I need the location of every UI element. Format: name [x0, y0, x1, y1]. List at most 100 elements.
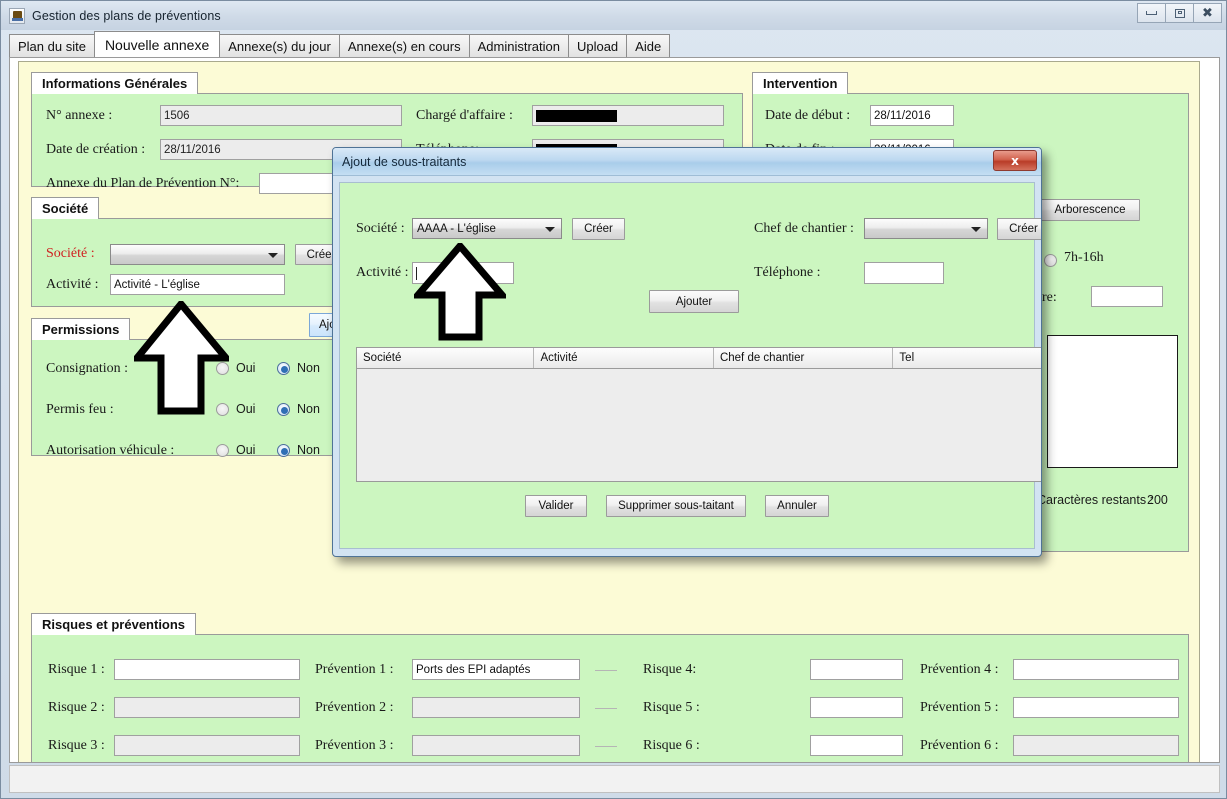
label-risque-2: Risque 2 : — [48, 700, 105, 715]
row-separator-1 — [595, 670, 617, 671]
radio-autorisation-vehicule-oui[interactable] — [216, 444, 229, 457]
java-app-icon — [9, 7, 25, 24]
window-controls: ✖ — [1137, 3, 1222, 23]
dialog-field-telephone[interactable] — [864, 262, 944, 284]
field-num-annexe[interactable]: 1506 — [160, 105, 402, 126]
label-risque-5: Risque 5 : — [643, 700, 700, 715]
label-consignation-oui: Oui — [236, 361, 256, 375]
close-icon: ✖ — [1202, 5, 1213, 21]
dialog-supprimer-button[interactable]: Supprimer sous-taitant — [606, 495, 746, 517]
dialog-close-button[interactable]: x — [993, 150, 1037, 171]
field-risque-2[interactable] — [114, 697, 300, 718]
group-title-informations-generales: Informations Générales — [31, 72, 199, 94]
radio-horaire-7h-16h[interactable] — [1044, 254, 1057, 267]
radio-permis-feu-non[interactable] — [277, 403, 290, 416]
label-risque-1: Risque 1 : — [48, 662, 105, 677]
annotation-arrow-dialog-activite — [414, 243, 506, 341]
tab-aide[interactable]: Aide — [626, 34, 671, 57]
field-activite[interactable]: Activité - L'église — [110, 274, 285, 295]
combo-societe[interactable] — [110, 244, 285, 265]
dialog-titlebar: Ajout de sous-traitants x — [333, 148, 1041, 176]
dialog-combo-societe-value: AAAA - L'église — [417, 222, 496, 235]
label-prevention-3: Prévention 3 : — [315, 738, 394, 753]
chevron-down-icon — [545, 226, 555, 232]
label-consignation-non: Non — [297, 361, 320, 375]
label-prevention-6: Prévention 6 : — [920, 738, 999, 753]
field-prevention-6[interactable] — [1013, 735, 1179, 756]
group-title-societe: Société — [31, 197, 100, 219]
dialog-subcontractors-table[interactable]: Société Activité Chef de chantier Tel — [356, 347, 1041, 482]
tab-nouvelle-annexe[interactable]: Nouvelle annexe — [93, 31, 221, 57]
field-prevention-1[interactable]: Ports des EPI adaptés — [412, 659, 580, 680]
label-caracteres-restants: Caractères restants : — [1037, 493, 1154, 507]
group-title-intervention: Intervention — [752, 72, 849, 94]
field-charge-affaire[interactable] — [532, 105, 724, 126]
main-tabbar: Plan du site Nouvelle annexe Annexe(s) d… — [9, 31, 671, 57]
label-charge-affaire: Chargé d'affaire : — [416, 108, 513, 123]
dialog-ajouter-button[interactable]: Ajouter — [649, 290, 739, 313]
dialog-table-header-row: Société Activité Chef de chantier Tel — [357, 348, 1041, 369]
window-titlebar: Gestion des plans de préventions ✖ — [1, 1, 1226, 30]
dialog-valider-button[interactable]: Valider — [525, 495, 587, 517]
tab-plan-du-site[interactable]: Plan du site — [9, 34, 95, 57]
close-button[interactable]: ✖ — [1193, 3, 1222, 23]
dialog-combo-chef-chantier[interactable] — [864, 218, 988, 239]
label-horaire-7h-16h: 7h-16h — [1064, 250, 1104, 265]
dialog-societe-creer-button[interactable]: Créer — [572, 218, 625, 240]
field-risque-1[interactable] — [114, 659, 300, 680]
dialog-body: Société : AAAA - L'église Créer Activité… — [339, 182, 1041, 549]
label-activite: Activité : — [46, 277, 99, 292]
label-permis-feu-non: Non — [297, 402, 320, 416]
label-autorisation-vehicule-non: Non — [297, 443, 320, 457]
arborescence-button[interactable]: Arborescence — [1040, 199, 1140, 221]
tab-upload[interactable]: Upload — [567, 34, 628, 57]
label-prevention-2: Prévention 2 : — [315, 700, 394, 715]
label-date-debut: Date de début : — [765, 108, 851, 123]
field-date-debut[interactable]: 28/11/2016 — [870, 105, 954, 126]
radio-consignation-non[interactable] — [277, 362, 290, 375]
dialog-chef-creer-button[interactable]: Créer — [997, 218, 1041, 240]
tab-annexes-du-jour[interactable]: Annexe(s) du jour — [219, 34, 340, 57]
tab-label: Aide — [635, 38, 662, 54]
tab-administration[interactable]: Administration — [468, 34, 569, 57]
tab-label: Plan du site — [18, 38, 86, 54]
label-permis-feu: Permis feu : — [46, 402, 114, 417]
redaction-bar — [536, 109, 617, 122]
field-prevention-2[interactable] — [412, 697, 580, 718]
radio-autorisation-vehicule-non[interactable] — [277, 444, 290, 457]
field-risque-3[interactable] — [114, 735, 300, 756]
dialog-combo-societe[interactable]: AAAA - L'église — [412, 218, 562, 239]
tab-label: Annexe(s) du jour — [228, 38, 331, 54]
dialog-annuler-button[interactable]: Annuler — [765, 495, 829, 517]
dialog-ajout-sous-traitants: Ajout de sous-traitants x Société : AAAA… — [332, 147, 1042, 557]
label-societe: Société : — [46, 246, 95, 261]
description-textarea[interactable] — [1047, 335, 1178, 468]
annotation-arrow-societe — [134, 301, 229, 415]
tab-label: Annexe(s) en cours — [347, 38, 461, 54]
label-autorisation-vehicule: Autorisation véhicule : — [46, 443, 175, 458]
dialog-label-activite: Activité : — [356, 265, 409, 280]
row-separator-3 — [595, 746, 617, 747]
maximize-button[interactable] — [1165, 3, 1194, 23]
field-prevention-5[interactable] — [1013, 697, 1179, 718]
label-prevention-4: Prévention 4 : — [920, 662, 999, 677]
field-risque-5[interactable] — [810, 697, 903, 718]
group-title-risques: Risques et préventions — [31, 613, 197, 635]
field-prevention-3[interactable] — [412, 735, 580, 756]
row-separator-2 — [595, 708, 617, 709]
field-autre[interactable] — [1091, 286, 1163, 307]
minimize-button[interactable] — [1137, 3, 1166, 23]
dialog-label-chef-chantier: Chef de chantier : — [754, 221, 854, 236]
group-risques-preventions: Risques et préventions Risque 1 : Préven… — [31, 613, 1189, 762]
field-risque-4[interactable] — [810, 659, 903, 680]
tab-annexes-en-cours[interactable]: Annexe(s) en cours — [338, 34, 470, 57]
tab-label: Administration — [477, 38, 560, 54]
label-risque-4: Risque 4: — [643, 662, 697, 677]
minimize-icon — [1146, 11, 1157, 15]
label-risque-6: Risque 6 : — [643, 738, 700, 753]
dialog-label-telephone: Téléphone : — [754, 265, 821, 280]
field-prevention-4[interactable] — [1013, 659, 1179, 680]
field-risque-6[interactable] — [810, 735, 903, 756]
chevron-down-icon — [268, 252, 278, 258]
label-consignation: Consignation : — [46, 361, 129, 376]
